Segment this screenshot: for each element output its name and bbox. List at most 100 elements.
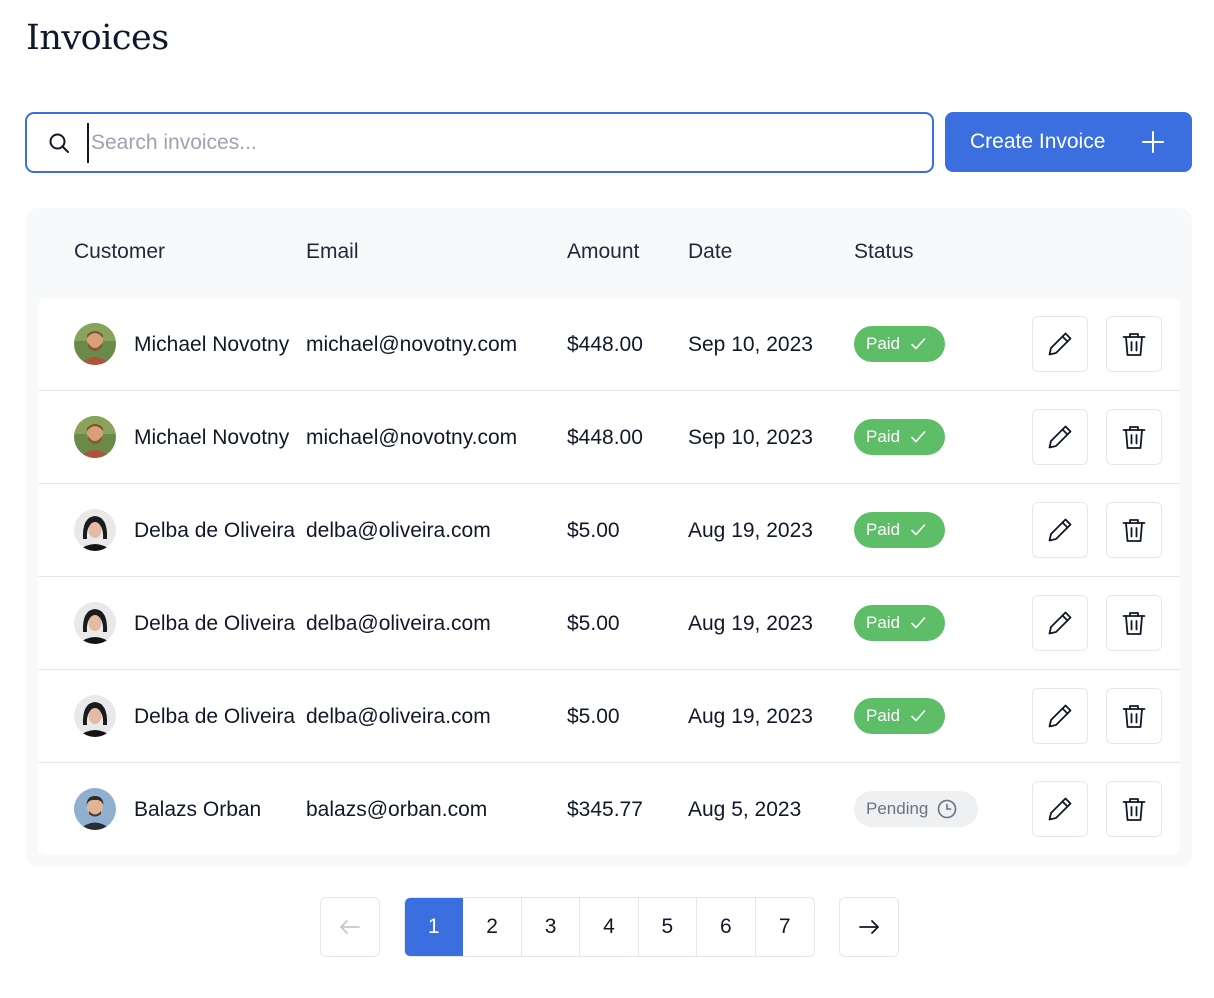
page-button-3[interactable]: 3	[522, 898, 581, 956]
customer-name: Delba de Oliveira	[134, 704, 296, 728]
invoice-amount: $5.00	[567, 704, 620, 728]
status-label: Paid	[866, 334, 901, 353]
customer-email: delba@oliveira.com	[306, 704, 491, 728]
status-badge: Paid	[854, 419, 945, 455]
trash-icon	[1122, 798, 1146, 821]
edit-button[interactable]	[1032, 409, 1088, 465]
customer-name: Michael Novotny	[134, 332, 290, 356]
clock-icon	[936, 798, 958, 820]
delete-button[interactable]	[1106, 595, 1162, 651]
avatar	[74, 509, 116, 551]
page-button-1[interactable]: 1	[405, 898, 464, 956]
customer-email: delba@oliveira.com	[306, 611, 491, 635]
page-title: Invoices	[26, 18, 169, 58]
invoice-date: Aug 19, 2023	[688, 611, 813, 635]
trash-icon	[1122, 426, 1146, 449]
status-badge: Paid	[854, 326, 945, 362]
table-header: Customer Email Amount Date Status	[26, 208, 1192, 298]
page-button-2[interactable]: 2	[463, 898, 522, 956]
check-icon	[908, 334, 928, 354]
avatar	[74, 788, 116, 830]
edit-button[interactable]	[1032, 595, 1088, 651]
customer-email: michael@novotny.com	[306, 332, 518, 356]
edit-button[interactable]	[1032, 502, 1088, 558]
invoice-amount: $345.77	[567, 797, 643, 821]
customer-email: michael@novotny.com	[306, 425, 518, 449]
next-page-button[interactable]	[839, 897, 899, 957]
header-email: Email	[306, 240, 359, 263]
trash-icon	[1122, 333, 1146, 356]
delete-button[interactable]	[1106, 688, 1162, 744]
invoice-date: Aug 19, 2023	[688, 704, 813, 728]
page-button-4[interactable]: 4	[580, 898, 639, 956]
check-icon	[908, 520, 928, 540]
delete-button[interactable]	[1106, 502, 1162, 558]
pencil-icon	[1048, 518, 1072, 542]
delete-button[interactable]	[1106, 316, 1162, 372]
check-icon	[908, 613, 928, 633]
pencil-icon	[1048, 332, 1072, 356]
arrow-left-icon	[340, 920, 360, 934]
table-row: Delba de Oliveira delba@oliveira.com $5.…	[38, 670, 1180, 763]
previous-page-button[interactable]	[320, 897, 380, 957]
status-badge: Paid	[854, 512, 945, 548]
delete-button[interactable]	[1106, 781, 1162, 837]
pencil-icon	[1048, 797, 1072, 821]
table-body: Michael Novotny michael@novotny.com $448…	[38, 298, 1180, 855]
status-label: Paid	[866, 427, 901, 446]
avatar	[74, 416, 116, 458]
edit-button[interactable]	[1032, 316, 1088, 372]
invoice-amount: $448.00	[567, 425, 643, 449]
search-input[interactable]	[87, 122, 907, 163]
page-button-7[interactable]: 7	[756, 898, 814, 956]
invoice-date: Aug 5, 2023	[688, 797, 802, 821]
status-badge: Paid	[854, 605, 945, 641]
status-label: Paid	[866, 613, 901, 632]
page-button-6[interactable]: 6	[697, 898, 756, 956]
invoice-date: Aug 19, 2023	[688, 518, 813, 542]
invoice-amount: $448.00	[567, 332, 643, 356]
pencil-icon	[1048, 611, 1072, 635]
customer-name: Delba de Oliveira	[134, 611, 296, 635]
table-row: Delba de Oliveira delba@oliveira.com $5.…	[38, 577, 1180, 670]
avatar	[74, 695, 116, 737]
arrow-right-icon	[859, 920, 879, 934]
table-row: Michael Novotny michael@novotny.com $448…	[38, 298, 1180, 391]
trash-icon	[1122, 519, 1146, 542]
trash-icon	[1122, 705, 1146, 728]
edit-button[interactable]	[1032, 781, 1088, 837]
pagination: 1 2 3 4 5 6 7	[404, 897, 815, 957]
pencil-icon	[1048, 425, 1072, 449]
table-row: Delba de Oliveira delba@oliveira.com $5.…	[38, 484, 1180, 577]
invoices-table: Customer Email Amount Date Status Michae…	[26, 208, 1192, 867]
search-bar[interactable]	[25, 112, 934, 173]
status-label: Paid	[866, 520, 901, 539]
status-label: Pending	[866, 799, 929, 818]
page-button-5[interactable]: 5	[639, 898, 698, 956]
create-invoice-label: Create Invoice	[970, 130, 1106, 153]
trash-icon	[1122, 612, 1146, 635]
customer-email: balazs@orban.com	[306, 797, 488, 821]
create-invoice-button[interactable]: Create Invoice	[945, 112, 1192, 172]
check-icon	[908, 706, 928, 726]
customer-name: Michael Novotny	[134, 425, 290, 449]
search-icon	[45, 129, 73, 157]
invoice-amount: $5.00	[567, 611, 620, 635]
header-customer: Customer	[74, 240, 166, 263]
customer-name: Delba de Oliveira	[134, 518, 296, 542]
plus-icon	[1140, 129, 1166, 155]
header-amount: Amount	[567, 240, 640, 263]
invoice-date: Sep 10, 2023	[688, 332, 813, 356]
header-date: Date	[688, 240, 733, 263]
status-badge: Paid	[854, 698, 945, 734]
status-badge: Pending	[854, 791, 978, 827]
edit-button[interactable]	[1032, 688, 1088, 744]
customer-email: delba@oliveira.com	[306, 518, 491, 542]
customer-name: Balazs Orban	[134, 797, 262, 821]
table-row: Balazs Orban balazs@orban.com $345.77 Au…	[38, 763, 1180, 856]
header-status: Status	[854, 240, 914, 263]
pencil-icon	[1048, 704, 1072, 728]
delete-button[interactable]	[1106, 409, 1162, 465]
avatar	[74, 602, 116, 644]
invoice-amount: $5.00	[567, 518, 620, 542]
